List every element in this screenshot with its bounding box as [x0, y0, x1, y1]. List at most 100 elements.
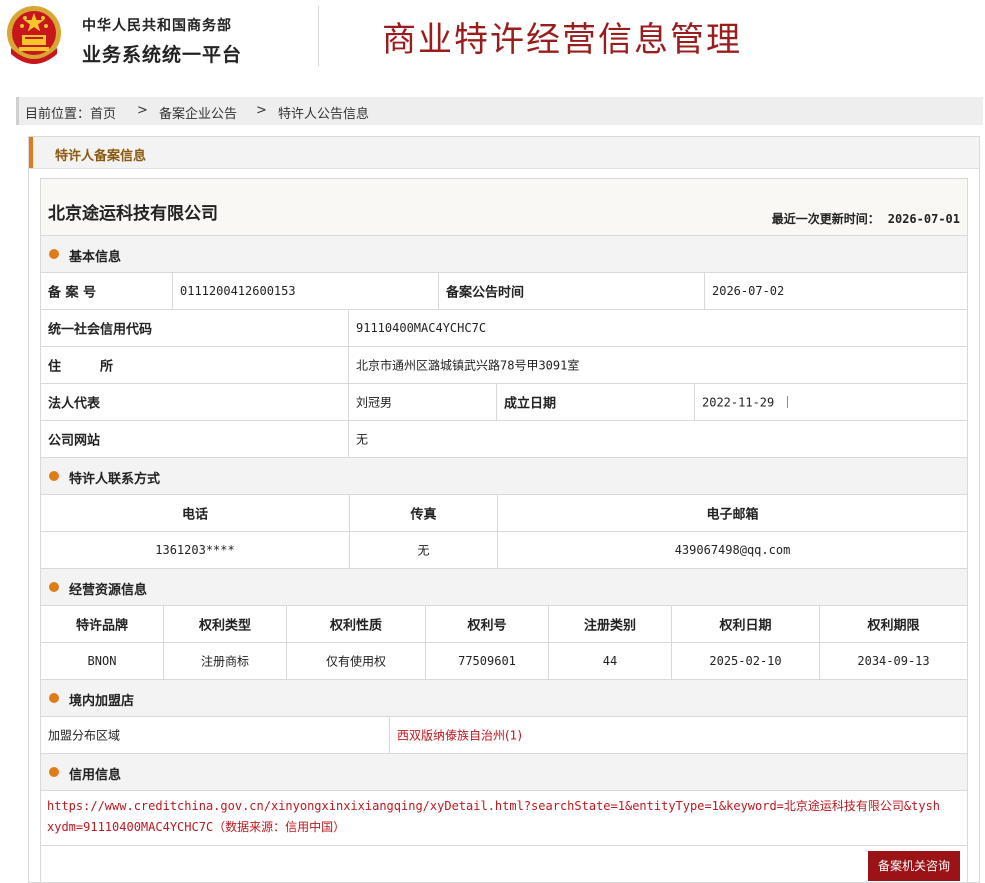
- field-label: 住 所: [41, 347, 349, 383]
- table-row: 住 所 北京市通州区潞城镇武兴路78号甲3091室: [41, 347, 967, 384]
- platform-name: 业务系统统一平台: [82, 44, 243, 66]
- right-no-value: 77509601: [458, 654, 516, 668]
- right-no-header: 权利号: [467, 618, 507, 634]
- legal-rep-label: 法人代表: [48, 396, 101, 412]
- table-cell: 注册商标: [164, 643, 287, 679]
- table-row: 法人代表 刘冠男 成立日期 2022-11-29 ｜: [41, 384, 967, 421]
- filing-no-label: 备 案 号: [48, 285, 97, 301]
- column-header: 电话: [41, 495, 350, 531]
- field-value: 2022-11-29 ｜: [695, 384, 967, 420]
- bullet-icon: [49, 767, 59, 777]
- section-title: 经营资源信息: [69, 583, 148, 598]
- field-label: 备 案 号: [41, 273, 173, 309]
- column-header: 特许品牌: [41, 606, 164, 642]
- table-cell: 2034-09-13: [820, 643, 967, 679]
- right-term-header: 权利期限: [867, 618, 920, 634]
- company-header: 北京途运科技有限公司 最近一次更新时间： 2026-07-01: [41, 179, 967, 236]
- table-cell: 无: [350, 532, 498, 568]
- website-label: 公司网站: [48, 433, 101, 449]
- field-value: 2026-07-02: [705, 273, 967, 309]
- column-header: 注册类别: [549, 606, 672, 642]
- field-value: 西双版纳傣族自治州(1): [390, 717, 967, 753]
- section-contact: 特许人联系方式: [41, 458, 967, 495]
- brand-header: 特许品牌: [75, 618, 128, 634]
- announce-time-value: 2026-07-02: [712, 284, 785, 298]
- system-title: 商业特许经营信息管理: [382, 20, 742, 60]
- column-header: 权利期限: [820, 606, 967, 642]
- right-date-value: 2025-02-10: [709, 654, 782, 668]
- bullet-icon: [49, 249, 59, 259]
- credit-code-value: 91110400MAC4YCHC7C: [356, 321, 487, 335]
- credit-code-label: 统一社会信用代码: [48, 322, 153, 338]
- announce-time-label: 备案公告时间: [446, 285, 525, 301]
- field-label: 成立日期: [497, 384, 695, 420]
- region-link[interactable]: 西双版纳傣族自治州(1): [397, 727, 522, 744]
- table-cell: 1361203****: [41, 532, 350, 568]
- last-updated-value: 2026-07-01: [887, 212, 960, 226]
- table-cell: 2025-02-10: [672, 643, 820, 679]
- company-card: 北京途运科技有限公司 最近一次更新时间： 2026-07-01 基本信息 备 案 …: [40, 178, 968, 882]
- region-label: 加盟分布区域: [48, 728, 121, 743]
- last-updated: 最近一次更新时间： 2026-07-01: [772, 210, 960, 227]
- column-header: 权利日期: [672, 606, 820, 642]
- address-label: 住 所: [48, 359, 114, 375]
- field-value: 无: [349, 421, 967, 457]
- column-header: 权利性质: [287, 606, 426, 642]
- bullet-icon: [49, 582, 59, 592]
- table-cell: BNON: [41, 643, 164, 679]
- page-header: 中华人民共和国商务部 业务系统统一平台 商业特许经营信息管理: [0, 0, 985, 92]
- right-nature-value: 仅有使用权: [325, 654, 386, 669]
- field-value: 0111200412600153: [173, 273, 439, 309]
- fax-value: 无: [417, 543, 430, 558]
- table-cell: 77509601: [426, 643, 549, 679]
- field-label: 备案公告时间: [439, 273, 705, 309]
- table-row: 公司网站 无: [41, 421, 967, 458]
- bullet-icon: [49, 693, 59, 703]
- national-emblem-icon: [7, 6, 61, 64]
- column-header: 权利号: [426, 606, 549, 642]
- founded-label: 成立日期: [504, 396, 557, 412]
- email-value: 439067498@qq.com: [674, 543, 791, 557]
- table-row: 加盟分布区域 西双版纳傣族自治州(1): [41, 717, 967, 754]
- fax-header: 传真: [410, 507, 437, 523]
- table-cell: 439067498@qq.com: [498, 532, 967, 568]
- brand-value: BNON: [87, 654, 117, 668]
- table-row: 统一社会信用代码 91110400MAC4YCHC7C: [41, 310, 967, 347]
- column-header: 权利类型: [164, 606, 287, 642]
- section-title: 境内加盟店: [69, 694, 135, 709]
- column-header: 传真: [350, 495, 498, 531]
- breadcrumb-item-announcements[interactable]: 备案企业公告: [159, 103, 237, 122]
- breadcrumb: 目前位置：首页 > 备案企业公告 > 特许人公告信息: [16, 97, 983, 125]
- company-name: 北京途运科技有限公司: [48, 204, 218, 224]
- table-row: 1361203**** 无 439067498@qq.com: [41, 532, 967, 569]
- section-title: 特许人联系方式: [69, 472, 161, 487]
- phone-value: 1361203****: [155, 543, 235, 557]
- panel-accent-bar: [29, 137, 33, 168]
- table-cell: 44: [549, 643, 672, 679]
- field-label: 加盟分布区域: [41, 717, 390, 753]
- section-credit: 信用信息: [41, 754, 967, 791]
- table-row: 备 案 号 0111200412600153 备案公告时间 2026-07-02: [41, 273, 967, 310]
- right-nature-header: 权利性质: [329, 618, 382, 634]
- section-resources: 经营资源信息: [41, 569, 967, 606]
- org-name: 中华人民共和国商务部: [82, 18, 232, 34]
- address-value: 北京市通州区潞城镇武兴路78号甲3091室: [356, 358, 580, 373]
- field-value: 91110400MAC4YCHC7C: [349, 310, 967, 346]
- column-header: 电子邮箱: [498, 495, 967, 531]
- section-title: 信用信息: [69, 768, 122, 783]
- breadcrumb-home[interactable]: 目前位置：首页: [25, 103, 116, 122]
- table-row: BNON 注册商标 仅有使用权 77509601 44 2025-02-10 2…: [41, 643, 967, 680]
- field-label: 法人代表: [41, 384, 349, 420]
- email-header: 电子邮箱: [706, 507, 759, 523]
- section-basic-info: 基本信息: [41, 236, 967, 273]
- last-updated-label: 最近一次更新时间：: [771, 212, 880, 226]
- consult-button[interactable]: 备案机关咨询: [868, 851, 960, 881]
- credit-link[interactable]: https://www.creditchina.gov.cn/xinyongxi…: [47, 796, 947, 838]
- filing-no-value: 0111200412600153: [180, 284, 296, 298]
- founded-value: 2022-11-29 ｜: [702, 395, 794, 410]
- bullet-icon: [49, 471, 59, 481]
- right-type-header: 权利类型: [198, 618, 251, 634]
- field-label: 公司网站: [41, 421, 349, 457]
- section-title: 基本信息: [69, 250, 122, 265]
- table-header-row: 特许品牌 权利类型 权利性质 权利号 注册类别 权利日期 权利期限: [41, 606, 967, 643]
